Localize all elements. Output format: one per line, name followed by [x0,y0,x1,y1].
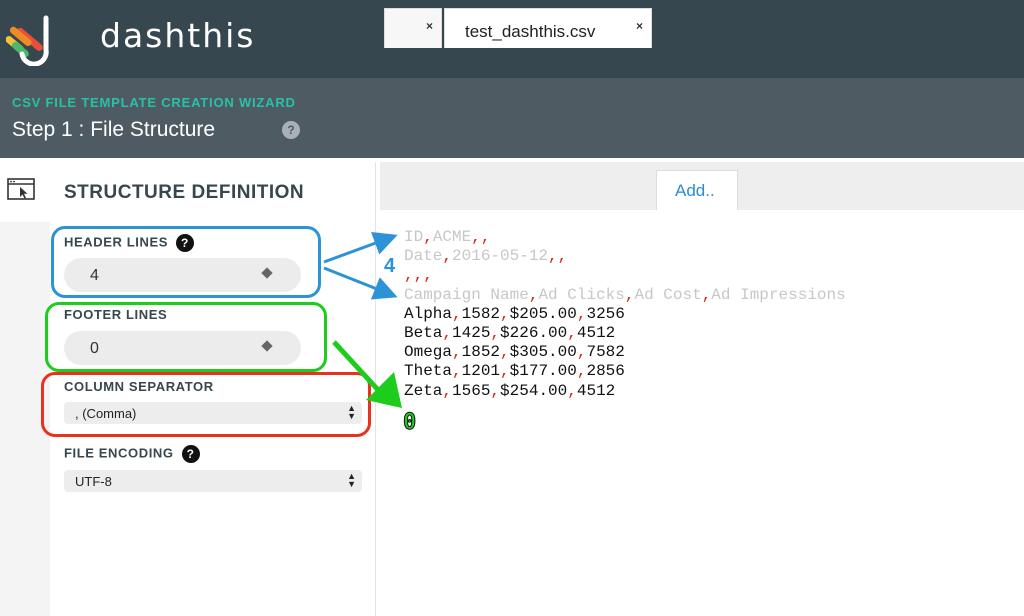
csv-cell: Date [404,247,442,265]
separator-char: , [442,382,452,400]
help-icon[interactable]: ? [282,121,300,139]
csv-header-line: Date,2016-05-12,, [404,247,846,266]
csv-cell: 4512 [577,382,615,400]
csv-cell: Ad Cost [634,286,701,304]
select-arrows-icon: ▲▼ [347,472,356,488]
brand-name[interactable]: dashthis [100,16,256,55]
csv-cell: ACME [433,228,471,246]
dashthis-logo-icon[interactable] [6,10,62,66]
csv-cell: 3256 [586,305,624,323]
footer-count-annotation: 0 [403,410,416,435]
separator-char: , [558,247,568,265]
csv-cell: Alpha [404,305,452,323]
separator-char: , [414,266,424,284]
column-separator-annotation [41,372,371,437]
csv-preview: ID,ACME,,Date,2016-05-12,,,,,Campaign Na… [404,228,846,401]
wizard-subtitle: CSV FILE TEMPLATE CREATION WIZARD [12,95,296,110]
csv-cell: 1582 [462,305,500,323]
csv-cell: $305.00 [510,343,577,361]
csv-cell: $226.00 [500,324,567,342]
csv-data-line: Theta,1201,$177.00,2856 [404,362,846,381]
header-lines-annotation [51,226,321,298]
separator-char: , [481,228,491,246]
separator-char: , [529,286,539,304]
file-encoding-value: UTF-8 [75,474,112,489]
separator-char: , [423,266,433,284]
csv-cell: 2856 [586,362,624,380]
wizard-header: CSV FILE TEMPLATE CREATION WIZARD Step 1… [0,78,1024,158]
add-tab-button[interactable]: Add.. [656,170,738,210]
csv-cell: 2016-05-12 [452,247,548,265]
separator-char: , [567,324,577,342]
separator-char: , [452,343,462,361]
separator-char: , [452,362,462,380]
csv-cell: Theta [404,362,452,380]
tab-test-dashthis[interactable]: test_dashthis.csv × [444,8,652,48]
csv-cell: $254.00 [500,382,567,400]
csv-cell: Omega [404,343,452,361]
csv-data-line: Beta,1425,$226.00,4512 [404,324,846,343]
rail-item-structure[interactable] [0,162,50,222]
csv-cell: 1852 [462,343,500,361]
csv-cell: 7582 [586,343,624,361]
separator-char: , [490,382,500,400]
separator-char: , [452,305,462,323]
csv-header-line: ,,, [404,266,846,285]
footer-lines-annotation [45,302,327,372]
csv-data-line: Omega,1852,$305.00,7582 [404,343,846,362]
csv-header-line: ID,ACME,, [404,228,846,247]
separator-char: , [490,324,500,342]
window-cursor-icon [7,178,35,202]
csv-cell: Ad Clicks [538,286,624,304]
separator-char: , [442,324,452,342]
separator-char: , [702,286,712,304]
csv-cell: 1201 [462,362,500,380]
separator-char: , [471,228,481,246]
csv-cell: Campaign Name [404,286,529,304]
separator-char: , [567,382,577,400]
separator-char: , [404,266,414,284]
tab-label: test_dashthis.csv [465,22,595,42]
add-tab-label: Add.. [675,181,715,201]
close-icon[interactable]: × [426,19,433,33]
separator-char: , [423,228,433,246]
csv-cell: Ad Impressions [711,286,845,304]
csv-cell: ID [404,228,423,246]
separator-char: , [442,247,452,265]
csv-cell: $177.00 [510,362,577,380]
csv-cell: Zeta [404,382,442,400]
close-icon[interactable]: × [636,19,643,33]
file-encoding-label-text: FILE ENCODING [64,445,174,460]
csv-cell: $205.00 [510,305,577,323]
csv-cell: 1425 [452,324,490,342]
file-encoding-help-icon[interactable]: ? [182,445,200,463]
file-encoding-select[interactable]: UTF-8 ▲▼ [64,470,362,492]
csv-data-line: Zeta,1565,$254.00,4512 [404,382,846,401]
separator-char: , [500,305,510,323]
separator-char: , [548,247,558,265]
panel-title: STRUCTURE DEFINITION [64,182,304,204]
csv-cell: Beta [404,324,442,342]
file-encoding-label: FILE ENCODING? [64,445,200,463]
page-title: Step 1 : File Structure [12,118,215,142]
csv-header-line: Campaign Name,Ad Clicks,Ad Cost,Ad Impre… [404,286,846,305]
separator-char: , [500,362,510,380]
tab-untitled[interactable]: × [384,8,442,48]
header-count-annotation: 4 [384,255,395,278]
csv-cell: 4512 [577,324,615,342]
csv-cell: 1565 [452,382,490,400]
csv-data-line: Alpha,1582,$205.00,3256 [404,305,846,324]
separator-char: , [500,343,510,361]
